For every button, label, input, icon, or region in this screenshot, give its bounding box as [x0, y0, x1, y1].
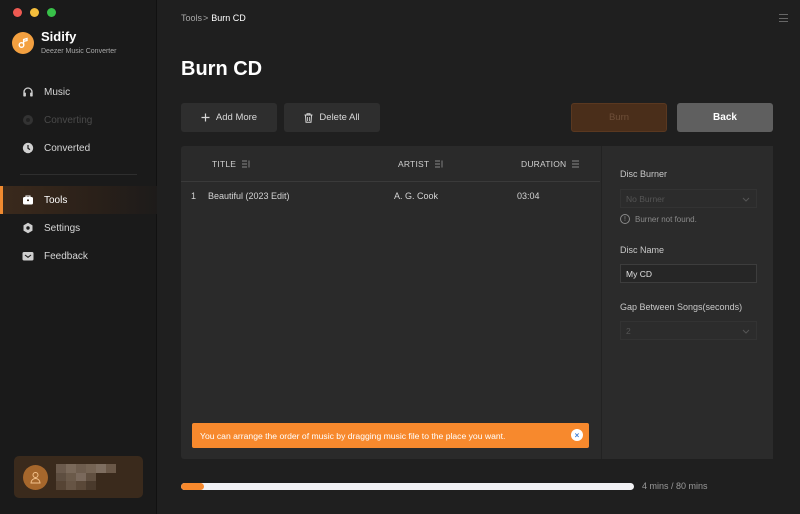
- tip-text: You can arrange the order of music by dr…: [200, 430, 506, 441]
- main-content: Tools > Burn CD Burn CD Add More Delete …: [158, 0, 800, 514]
- info-icon: !: [620, 214, 630, 224]
- sidebar-item-label: Converting: [44, 114, 93, 126]
- disc-burner-label: Disc Burner: [620, 169, 668, 179]
- user-account-card[interactable]: [14, 456, 143, 498]
- window-controls: [13, 8, 56, 17]
- converting-icon: [22, 114, 34, 126]
- music-note-icon: [12, 31, 34, 54]
- disc-burner-value: No Burner: [626, 193, 665, 204]
- sidebar-item-label: Settings: [44, 222, 81, 234]
- row-title: Beautiful (2023 Edit): [208, 191, 290, 201]
- plus-icon: [201, 113, 210, 122]
- breadcrumb: Tools > Burn CD: [181, 13, 246, 23]
- user-icon: [30, 471, 41, 483]
- brand: Sidify Deezer Music Converter: [12, 30, 116, 55]
- column-duration-label: DURATION: [521, 159, 567, 169]
- burn-settings: Disc Burner No Burner ! Burner not found…: [601, 146, 773, 459]
- headphones-icon: [22, 86, 34, 98]
- capacity-progress-fill: [181, 483, 204, 490]
- row-index: 1: [191, 191, 197, 201]
- column-artist-label: ARTIST: [398, 159, 430, 169]
- burner-warning: ! Burner not found.: [620, 214, 697, 224]
- sidebar-item-label: Converted: [44, 142, 91, 154]
- sort-icon[interactable]: [572, 160, 580, 168]
- disc-name-input[interactable]: My CD: [620, 264, 757, 283]
- gear-icon: [22, 222, 34, 234]
- close-icon[interactable]: ×: [571, 429, 583, 441]
- burn-button[interactable]: Burn: [571, 103, 667, 132]
- hamburger-icon[interactable]: [779, 14, 788, 22]
- minimize-window-button[interactable]: [30, 8, 39, 17]
- close-window-button[interactable]: [13, 8, 22, 17]
- breadcrumb-tools-link[interactable]: Tools: [181, 13, 202, 23]
- burner-warning-text: Burner not found.: [635, 214, 697, 224]
- sidebar-item-label: Feedback: [44, 250, 88, 262]
- burn-panel: TITLE ARTIST DURATION 1 Beautiful (2023 …: [181, 146, 773, 459]
- toolbox-icon: [22, 194, 34, 206]
- breadcrumb-current: Burn CD: [211, 13, 246, 23]
- gap-label: Gap Between Songs(seconds): [620, 302, 743, 312]
- table-row[interactable]: 1 Beautiful (2023 Edit) A. G. Cook 03:04: [181, 183, 600, 209]
- avatar: [23, 464, 48, 490]
- capacity-text: 4 mins / 80 mins: [642, 481, 708, 491]
- sidebar-item-music[interactable]: Music: [0, 78, 157, 106]
- delete-all-button[interactable]: Delete All: [284, 103, 380, 132]
- drag-tip-banner: You can arrange the order of music by dr…: [192, 423, 589, 448]
- column-header-title[interactable]: TITLE: [212, 159, 251, 169]
- clock-icon: [22, 142, 34, 154]
- maximize-window-button[interactable]: [47, 8, 56, 17]
- sidebar: Sidify Deezer Music Converter Music Conv…: [0, 0, 157, 514]
- row-duration: 03:04: [517, 191, 540, 201]
- app-subtitle: Deezer Music Converter: [41, 48, 117, 55]
- chevron-down-icon: [742, 195, 750, 205]
- sidebar-divider: [20, 174, 137, 175]
- app-name: Sidify: [41, 29, 77, 44]
- gap-value: 2: [626, 325, 631, 336]
- capacity-progress-bar: [181, 483, 634, 490]
- track-list: TITLE ARTIST DURATION 1 Beautiful (2023 …: [181, 146, 600, 459]
- sidebar-item-settings[interactable]: Settings: [0, 214, 157, 242]
- trash-icon: [304, 112, 313, 123]
- column-header-duration[interactable]: DURATION: [521, 159, 580, 169]
- add-more-button[interactable]: Add More: [181, 103, 277, 132]
- sidebar-item-converting: Converting: [0, 106, 157, 134]
- sidebar-item-label: Music: [44, 86, 71, 98]
- user-name-blurred: [56, 464, 126, 490]
- sidebar-item-converted[interactable]: Converted: [0, 134, 157, 162]
- sidebar-item-tools[interactable]: Tools: [0, 186, 157, 214]
- gap-select: 2: [620, 321, 757, 340]
- sort-icon[interactable]: [435, 160, 444, 168]
- mail-icon: [22, 250, 34, 262]
- back-button[interactable]: Back: [677, 103, 773, 132]
- chevron-down-icon: [742, 327, 750, 337]
- sort-icon[interactable]: [242, 160, 251, 168]
- row-artist: A. G. Cook: [394, 191, 439, 201]
- delete-all-label: Delete All: [319, 112, 360, 123]
- disc-name-label: Disc Name: [620, 245, 665, 255]
- column-header-artist[interactable]: ARTIST: [398, 159, 444, 169]
- sidebar-item-label: Tools: [44, 194, 68, 206]
- breadcrumb-separator: >: [203, 13, 209, 23]
- table-header: TITLE ARTIST DURATION: [181, 146, 600, 182]
- sidebar-item-feedback[interactable]: Feedback: [0, 242, 157, 270]
- disc-burner-select: No Burner: [620, 189, 757, 208]
- sidebar-nav: Music Converting Converted Tools Setting…: [0, 78, 157, 270]
- page-title: Burn CD: [181, 58, 263, 80]
- column-title-label: TITLE: [212, 159, 237, 169]
- add-more-label: Add More: [215, 112, 258, 123]
